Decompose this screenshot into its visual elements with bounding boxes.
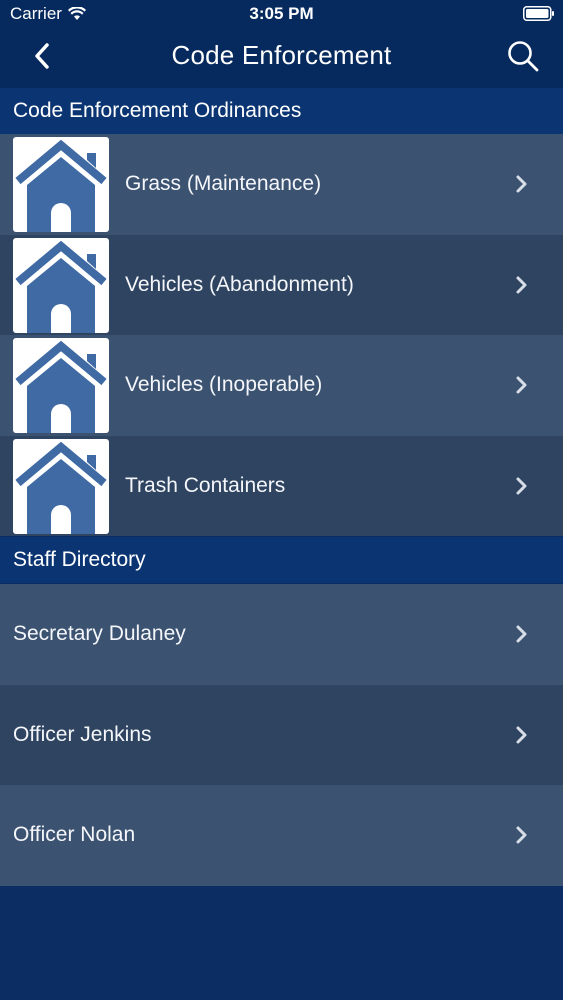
battery-icon [523, 6, 554, 21]
list-item-officer-jenkins[interactable]: Officer Jenkins [0, 684, 563, 785]
section-header-ordinances: Code Enforcement Ordinances [0, 88, 563, 134]
chevron-right-icon [516, 276, 527, 294]
list-item-label: Vehicles (Abandonment) [125, 272, 354, 296]
ordinances-list: Grass (Maintenance) Vehicles (Abandonmen… [0, 134, 563, 536]
staff-list: Secretary Dulaney Officer Jenkins Office… [0, 584, 563, 886]
section-header-staff: Staff Directory [0, 537, 563, 583]
list-item-label: Trash Containers [125, 473, 286, 497]
list-item-secretary-dulaney[interactable]: Secretary Dulaney [0, 584, 563, 685]
navigation-bar: Code Enforcement [0, 28, 563, 88]
list-item-label: Vehicles (Inoperable) [125, 373, 323, 397]
status-bar: Carrier 3:05 PM [0, 0, 563, 28]
list-item-label: Officer Nolan [13, 823, 136, 847]
page-title: Code Enforcement [171, 40, 392, 70]
list-item-label: Officer Jenkins [13, 722, 152, 746]
list-item-vehicles-abandonment[interactable]: Vehicles (Abandonment) [0, 234, 563, 335]
search-icon [508, 41, 539, 72]
list-item-trash-containers[interactable]: Trash Containers [0, 435, 563, 536]
chevron-right-icon [516, 376, 527, 394]
list-item-vehicles-inoperable[interactable]: Vehicles (Inoperable) [0, 335, 563, 436]
chevron-right-icon [516, 625, 527, 643]
house-icon [13, 338, 109, 433]
house-icon [13, 137, 109, 232]
search-button[interactable] [503, 36, 543, 76]
chevron-right-icon [516, 175, 527, 193]
chevron-right-icon [516, 477, 527, 495]
status-time: 3:05 PM [249, 4, 314, 23]
list-item-grass-maintenance[interactable]: Grass (Maintenance) [0, 134, 563, 235]
house-icon [13, 438, 109, 534]
chevron-right-icon [516, 826, 527, 844]
list-item-officer-nolan[interactable]: Officer Nolan [0, 785, 563, 886]
chevron-right-icon [516, 726, 527, 744]
house-icon [13, 237, 109, 333]
list-item-label: Grass (Maintenance) [125, 172, 322, 196]
list-item-label: Secretary Dulaney [13, 622, 186, 646]
